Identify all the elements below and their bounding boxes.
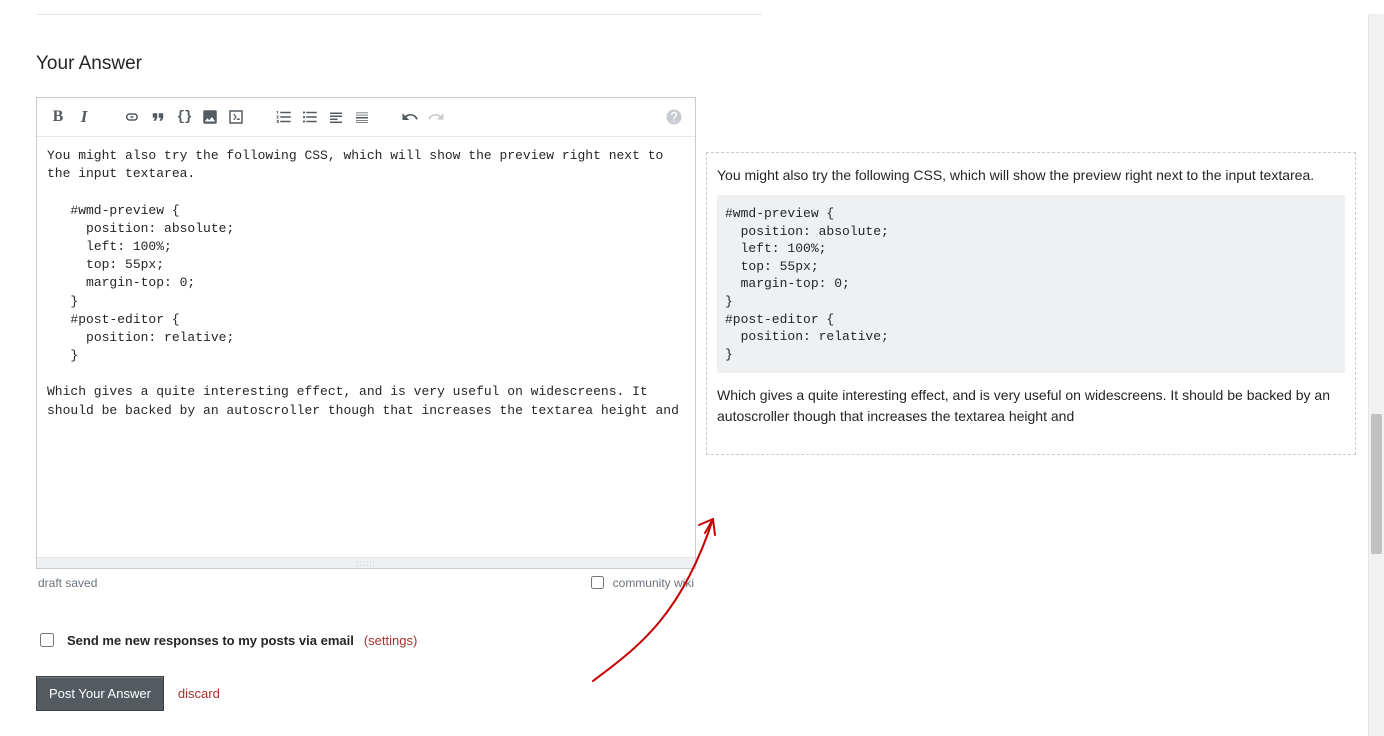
image-button[interactable] [197,104,223,130]
submit-row: Post Your Answer discard [36,676,1348,711]
preview-codeblock: #wmd-preview { position: absolute; left:… [717,195,1345,373]
bold-button[interactable]: B [45,104,71,130]
hr-button[interactable] [349,104,375,130]
bullet-list-button[interactable] [297,104,323,130]
editor-container: B I {} [36,97,696,569]
snippet-button[interactable] [223,104,249,130]
numbered-list-button[interactable] [271,104,297,130]
email-notify-label: Send me new responses to my posts via em… [67,633,354,648]
your-answer-heading: Your Answer [36,53,1348,75]
browser-scrollbar[interactable] [1368,14,1384,736]
undo-button[interactable] [397,104,423,130]
help-button[interactable] [661,104,687,130]
preview-pane: You might also try the following CSS, wh… [706,152,1356,455]
italic-button[interactable]: I [71,104,97,130]
divider [36,14,762,15]
email-notify-settings-link[interactable]: (settings) [364,633,417,648]
post-editor: B I {} [36,97,696,592]
draft-saved-label: draft saved [38,576,97,590]
heading-button[interactable] [323,104,349,130]
blockquote-button[interactable] [145,104,171,130]
email-notify-row: Send me new responses to my posts via em… [36,630,1348,650]
link-button[interactable] [119,104,145,130]
resize-grippie[interactable]: :::::: [37,557,695,568]
community-wiki-checkbox[interactable] [591,576,604,589]
editor-status-row: draft saved community wiki [36,569,696,592]
code-button[interactable]: {} [171,104,197,130]
discard-link[interactable]: discard [178,686,220,701]
post-answer-button[interactable]: Post Your Answer [36,676,164,711]
preview-paragraph: You might also try the following CSS, wh… [717,165,1345,185]
redo-button[interactable] [423,104,449,130]
scrollbar-thumb[interactable] [1371,414,1382,554]
editor-toolbar: B I {} [37,98,695,137]
community-wiki-option[interactable]: community wiki [587,573,694,592]
preview-paragraph: Which gives a quite interesting effect, … [717,385,1345,426]
answer-textarea[interactable] [37,137,695,557]
email-notify-checkbox[interactable] [40,633,54,647]
community-wiki-label: community wiki [613,576,694,590]
